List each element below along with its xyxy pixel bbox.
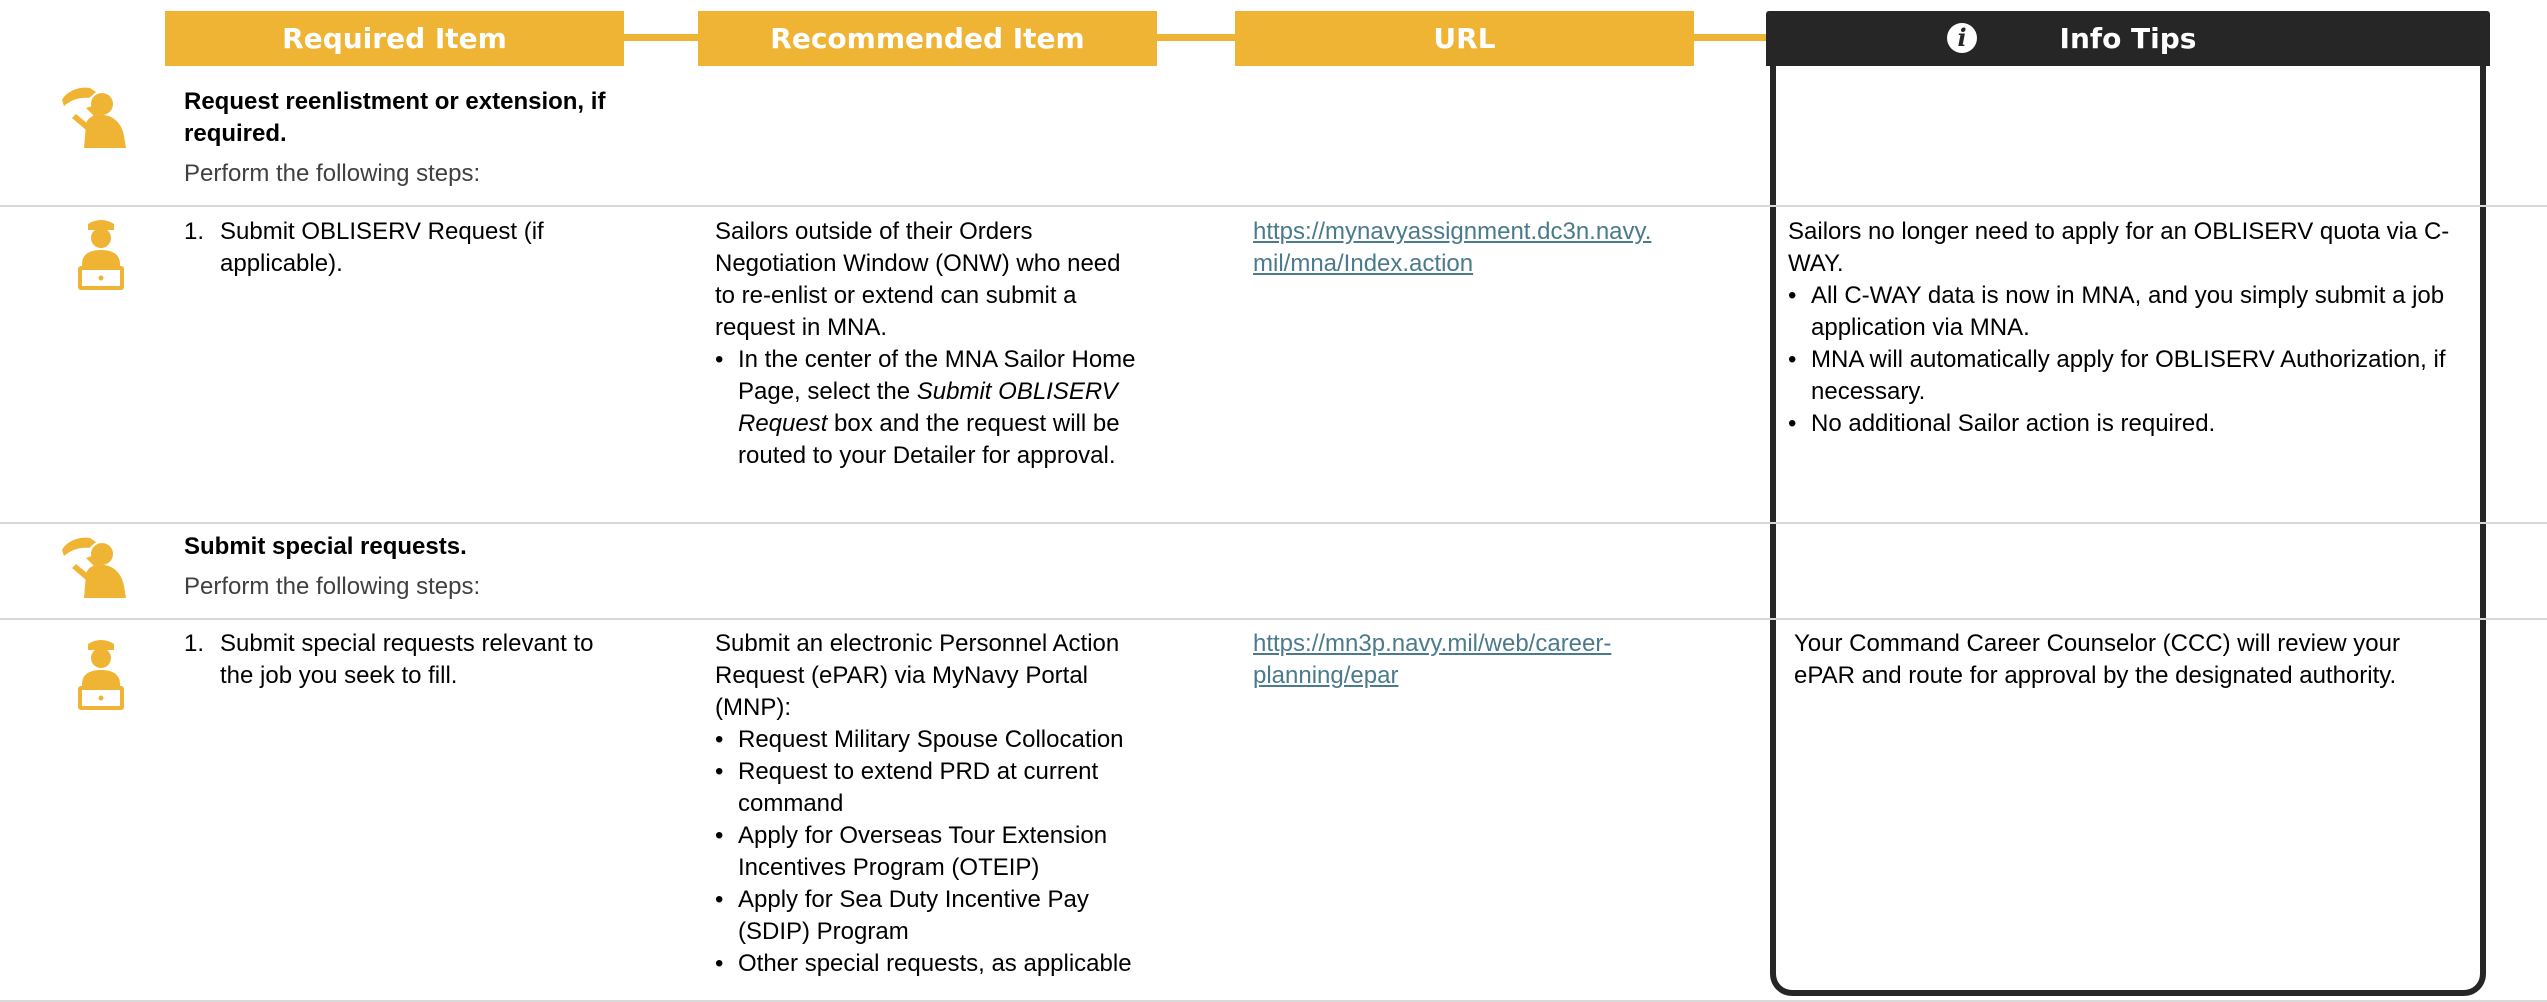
link-line: https://mynavyassignment.dc3n.navy. (1253, 218, 1652, 245)
step-text: Submit OBLISERV Request (if applicable). (220, 218, 544, 277)
info-tips-panel (1770, 60, 2486, 996)
step-number: 1. (184, 218, 205, 245)
link-line: https://mn3p.navy.mil/web/career- (1253, 630, 1612, 657)
recommended-bullet: In the center of the MNA Sailor Home Pag… (715, 344, 1145, 472)
section1-step-item: 1. Submit OBLISERV Request (if applicabl… (184, 216, 624, 280)
header-url-label: URL (1433, 22, 1496, 55)
obliserv-mna-link[interactable]: https://mynavyassignment.dc3n.navy. mil/… (1253, 216, 1693, 280)
row-divider (0, 205, 2547, 207)
row-divider (0, 522, 2547, 524)
section1-subtitle: Perform the following steps: (184, 160, 481, 187)
header-connector (1157, 34, 1235, 41)
sailor-at-laptop-icon (78, 640, 124, 710)
header-required-item: Required Item (165, 11, 624, 66)
tips-bullet: MNA will automatically apply for OBLISER… (1788, 344, 2468, 408)
section2-info-tips: Your Command Career Counselor (CCC) will… (1794, 630, 2400, 689)
step-number: 1. (184, 630, 205, 657)
section1-title: Request reenlistment or extension, if re… (184, 88, 606, 147)
row-divider (0, 618, 2547, 620)
link-line: planning/epar (1253, 662, 1399, 689)
recommended-bullet: Request to extend PRD at current command (715, 756, 1155, 820)
header-url: URL (1235, 11, 1694, 66)
recommended-bullet: Apply for Overseas Tour Extension Incent… (715, 820, 1155, 884)
header-info-tips: i Info Tips (1766, 11, 2490, 66)
tips-intro: Sailors no longer need to apply for an O… (1788, 218, 2450, 277)
section2-step: 1. Submit special requests relevant to t… (184, 628, 624, 692)
recommended-bullet: Apply for Sea Duty Incentive Pay (SDIP) … (715, 884, 1155, 948)
header-recommended-item-label: Recommended Item (770, 22, 1085, 55)
link-line: mil/mna/Index.action (1253, 250, 1474, 277)
recommended-bullet: Request Military Spouse Collocation (715, 724, 1155, 756)
info-icon: i (1947, 23, 1977, 53)
header-connector (1694, 34, 1770, 41)
section1-step: 1. Submit OBLISERV Request (if applicabl… (184, 216, 624, 280)
section2-title: Submit special requests. (184, 533, 467, 560)
tips-list: All C-WAY data is now in MNA, and you si… (1788, 280, 2468, 440)
recommended-intro: Sailors outside of their Orders Negotiat… (715, 218, 1121, 341)
section1-info-tips: Sailors no longer need to apply for an O… (1788, 216, 2468, 440)
sailor-at-laptop-icon (78, 220, 124, 290)
recommended-bullet: Other special requests, as applicable (715, 948, 1155, 980)
section2-step-item: 1. Submit special requests relevant to t… (184, 628, 624, 692)
tips-bullet: No additional Sailor action is required. (1788, 408, 2468, 440)
section2-subtitle: Perform the following steps: (184, 573, 481, 600)
header-required-item-label: Required Item (282, 22, 507, 55)
header-recommended-item: Recommended Item (698, 11, 1157, 66)
saluting-sailor-icon (62, 537, 126, 598)
recommended-intro: Submit an electronic Personnel Action Re… (715, 630, 1120, 721)
recommended-list: In the center of the MNA Sailor Home Pag… (715, 344, 1145, 472)
header-connector (624, 34, 698, 41)
section2-recommended: Submit an electronic Personnel Action Re… (715, 628, 1155, 980)
header-info-tips-label: Info Tips (2059, 22, 2197, 55)
epar-career-planning-link[interactable]: https://mn3p.navy.mil/web/career- planni… (1253, 628, 1693, 692)
saluting-sailor-icon (62, 87, 126, 148)
step-text: Submit special requests relevant to the … (220, 630, 594, 689)
recommended-list: Request Military Spouse Collocation Requ… (715, 724, 1155, 980)
tips-bullet: All C-WAY data is now in MNA, and you si… (1788, 280, 2468, 344)
section1-recommended: Sailors outside of their Orders Negotiat… (715, 216, 1145, 472)
